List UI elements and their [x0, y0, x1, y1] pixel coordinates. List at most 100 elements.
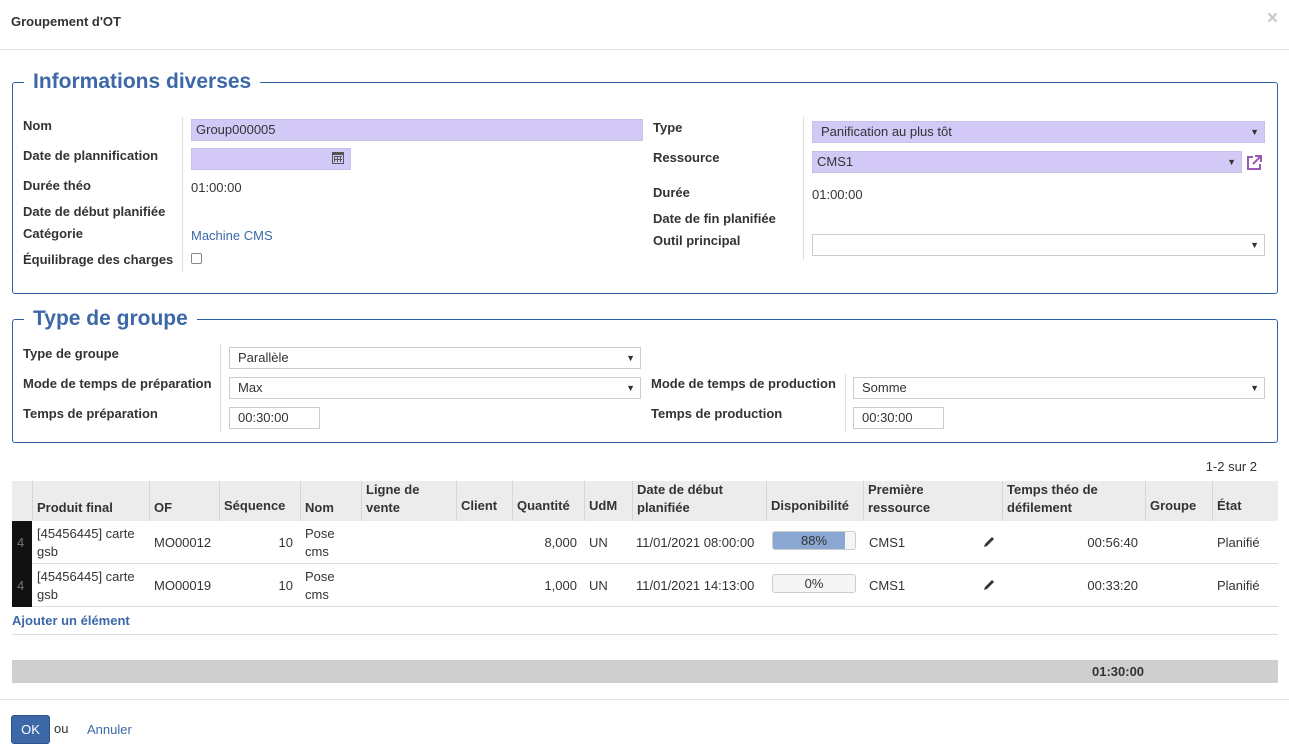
disponibilite-progress: 88%: [772, 531, 856, 550]
categorie-label: Catégorie: [23, 226, 83, 241]
nom-label: Nom: [23, 118, 52, 133]
table-footer: 01:30:00: [12, 660, 1278, 683]
col-date-debut[interactable]: Date de début planifiée: [632, 481, 766, 521]
cell-udm: UN: [589, 578, 608, 593]
categorie-link[interactable]: Machine CMS: [191, 228, 273, 243]
duree-value: 01:00:00: [812, 187, 863, 202]
caret-down-icon: ▼: [1227, 157, 1236, 167]
or-text: ou: [54, 721, 69, 736]
mode-prod-value: Somme: [862, 380, 907, 395]
nom-input[interactable]: Group000005: [191, 119, 643, 141]
ressource-select[interactable]: CMS1 ▼: [812, 151, 1242, 173]
divider: [182, 117, 183, 272]
col-disponibilite[interactable]: Disponibilité: [766, 481, 863, 521]
disponibilite-progress: 0%: [772, 574, 856, 593]
type-groupe-label: Type de groupe: [23, 346, 119, 361]
close-icon[interactable]: ×: [1267, 8, 1278, 30]
mode-prod-select[interactable]: Somme ▼: [853, 377, 1265, 399]
mode-prod-label: Mode de temps de production: [651, 376, 836, 391]
dialog-title: Groupement d'OT: [11, 14, 121, 29]
type-select[interactable]: Panification au plus tôt ▼: [812, 121, 1265, 143]
ressource-label: Ressource: [653, 150, 720, 165]
equilibrage-label: Équilibrage des charges: [23, 252, 174, 267]
type-groupe-value: Parallèle: [238, 350, 289, 365]
divider: [845, 374, 846, 432]
temps-prod-input[interactable]: 00:30:00: [853, 407, 944, 429]
duree-label: Durée: [653, 185, 690, 200]
cell-quantite: 8,000: [544, 535, 577, 550]
caret-down-icon: ▼: [1250, 127, 1259, 137]
pencil-icon[interactable]: [982, 535, 996, 549]
cell-ressource: CMS1: [869, 578, 906, 593]
mode-prep-label: Mode de temps de préparation: [23, 376, 212, 391]
section-legend: Informations diverses: [24, 69, 261, 95]
cell-date: 11/01/2021 14:13:00: [636, 578, 755, 593]
col-client[interactable]: Client: [456, 481, 512, 521]
col-sequence[interactable]: Séquence: [219, 481, 300, 521]
footer-divider: [0, 699, 1289, 700]
ok-button[interactable]: OK: [11, 715, 50, 744]
cell-nom: Pose cms: [305, 526, 335, 559]
cell-temps: 00:56:40: [1087, 535, 1138, 550]
pager[interactable]: 1-2 sur 2: [1206, 459, 1257, 474]
col-quantite[interactable]: Quantité: [512, 481, 584, 521]
cell-produit: [45456445] carte gsb: [37, 569, 135, 602]
add-line-link[interactable]: Ajouter un élément: [12, 613, 130, 628]
external-link-icon[interactable]: [1245, 154, 1263, 172]
date-debut-label: Date de début planifiée: [23, 204, 166, 219]
mode-prep-select[interactable]: Max ▼: [229, 377, 641, 399]
divider: [220, 344, 221, 432]
dialog-header: Groupement d'OT ×: [0, 0, 1289, 50]
type-value: Panification au plus tôt: [821, 124, 952, 139]
cell-etat: Planifié: [1217, 578, 1260, 593]
type-groupe-select[interactable]: Parallèle ▼: [229, 347, 641, 369]
duree-theo-label: Durée théo: [23, 178, 91, 193]
cell-sequence: 10: [278, 578, 293, 593]
date-plannification-label: Date de plannification: [23, 148, 159, 163]
col-ligne-vente[interactable]: Ligne de vente: [361, 481, 456, 521]
table-row[interactable]: 4 [45456445] carte gsb MO00012 10 Pose cms…: [12, 521, 1278, 564]
caret-down-icon: ▼: [1250, 240, 1259, 250]
col-temps-theo[interactable]: Temps théo de défilement: [1002, 481, 1145, 521]
cancel-link[interactable]: Annuler: [87, 722, 132, 737]
col-of[interactable]: OF: [149, 481, 219, 521]
pencil-icon[interactable]: [982, 578, 996, 592]
divider: [803, 117, 804, 260]
cell-of: MO00019: [154, 578, 212, 593]
duree-theo-value: 01:00:00: [191, 180, 242, 195]
outil-select[interactable]: ▼: [812, 234, 1265, 256]
temps-prep-input[interactable]: 00:30:00: [229, 407, 320, 429]
table-row[interactable]: 4 [45456445] carte gsb MO00019 10 Pose cms…: [12, 564, 1278, 607]
col-udm[interactable]: UdM: [584, 481, 632, 521]
col-premiere-ressource[interactable]: Première ressource: [863, 481, 1002, 521]
date-fin-label: Date de fin planifiée: [653, 211, 776, 226]
col-produit-final[interactable]: Produit final: [32, 481, 149, 521]
section-legend: Type de groupe: [24, 306, 197, 332]
row-handle[interactable]: 4: [12, 564, 32, 607]
cell-temps: 00:33:20: [1087, 578, 1138, 593]
temps-prep-label: Temps de préparation: [23, 406, 158, 421]
col-groupe[interactable]: Groupe: [1145, 481, 1212, 521]
total-temps: 01:30:00: [1092, 664, 1145, 679]
cell-etat: Planifié: [1217, 535, 1260, 550]
cell-udm: UN: [589, 535, 608, 550]
row-handle[interactable]: 4: [12, 521, 32, 564]
equilibrage-checkbox[interactable]: [191, 253, 202, 264]
date-plannification-input[interactable]: [191, 148, 351, 170]
cell-quantite: 1,000: [544, 578, 577, 593]
cell-sequence: 10: [278, 535, 293, 550]
cell-date: 11/01/2021 08:00:00: [636, 535, 755, 550]
cell-produit: [45456445] carte gsb: [37, 526, 135, 559]
mode-prep-value: Max: [238, 380, 263, 395]
calendar-icon[interactable]: [332, 152, 344, 164]
table-header: Produit final OF Séquence Nom Ligne de ve…: [12, 481, 1278, 521]
outil-label: Outil principal: [653, 233, 741, 248]
caret-down-icon: ▼: [1250, 383, 1259, 393]
cell-ressource: CMS1: [869, 535, 906, 550]
divider: [12, 634, 1278, 635]
ressource-value: CMS1: [817, 154, 854, 169]
col-nom[interactable]: Nom: [300, 481, 361, 521]
caret-down-icon: ▼: [626, 353, 635, 363]
col-etat[interactable]: État: [1212, 481, 1278, 521]
caret-down-icon: ▼: [626, 383, 635, 393]
